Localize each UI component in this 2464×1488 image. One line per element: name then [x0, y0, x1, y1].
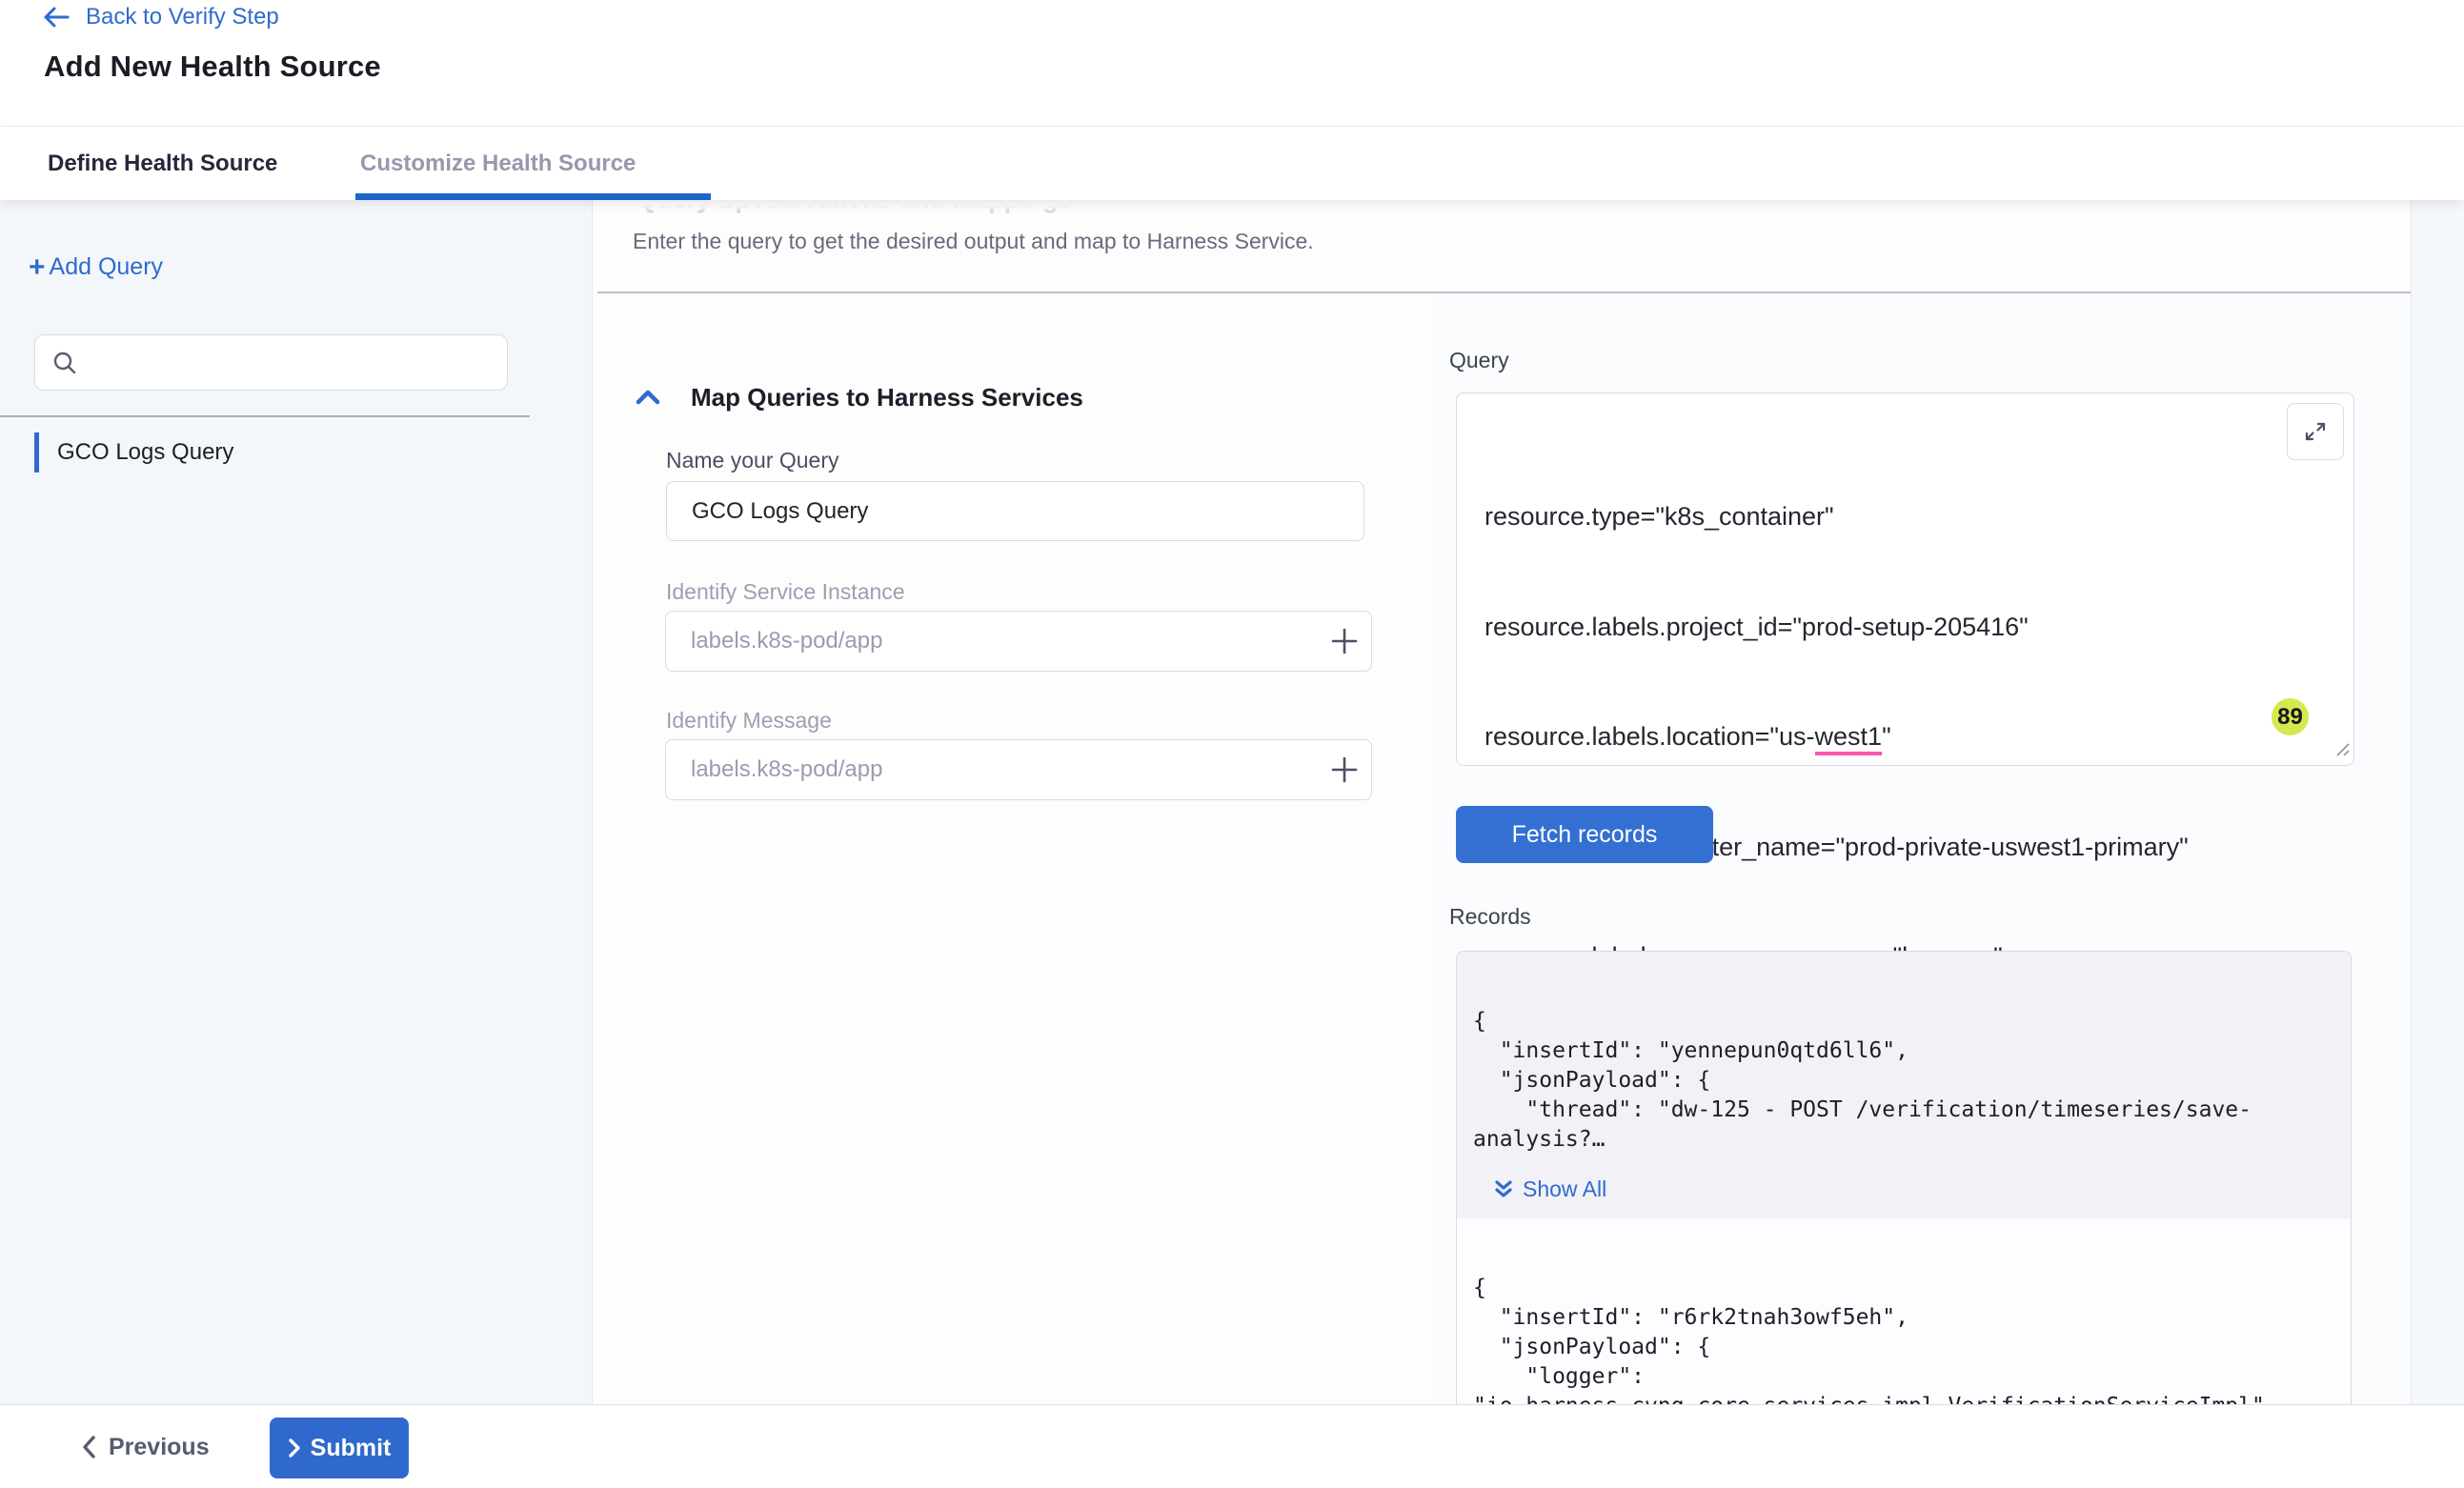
- query-specifications-card: Query Specifications and Mappings Enter …: [593, 200, 2411, 1404]
- page-header: Back to Verify Step Add New Health Sourc…: [0, 0, 2464, 126]
- query-sidebar: + Add Query GCO Logs Query: [0, 200, 593, 1404]
- query-name-input[interactable]: [667, 482, 1363, 540]
- query-search-box: [34, 334, 508, 391]
- identify-message-field-wrap: [665, 739, 1372, 800]
- query-name-field-wrap: [666, 481, 1364, 541]
- identify-message-input[interactable]: [666, 740, 1318, 799]
- back-link-label: Back to Verify Step: [86, 4, 279, 30]
- add-query-button[interactable]: + Add Query: [29, 253, 163, 281]
- service-instance-field-wrap: [665, 611, 1372, 672]
- expand-query-button[interactable]: [2287, 403, 2344, 460]
- query-line: resource.labels.location="us-west1": [1484, 718, 2277, 755]
- map-queries-section-title: Map Queries to Harness Services: [691, 383, 1083, 412]
- query-label: Query: [1449, 348, 1509, 373]
- records-panel: { "insertId": "yennepun0qtd6ll6", "jsonP…: [1456, 951, 2352, 1404]
- chevron-left-icon: [80, 1435, 97, 1459]
- query-item-label: GCO Logs Query: [57, 439, 233, 466]
- section-subtitle: Enter the query to get the desired outpu…: [633, 229, 1314, 254]
- submit-label: Submit: [311, 1435, 392, 1462]
- arrow-left-icon: [42, 5, 71, 30]
- tab-customize-health-source[interactable]: Customize Health Source: [360, 127, 636, 201]
- query-textarea[interactable]: resource.type="k8s_container" resource.l…: [1456, 392, 2354, 766]
- plus-icon: +: [29, 255, 46, 279]
- fetch-records-button[interactable]: Fetch records: [1456, 806, 1713, 863]
- service-instance-input[interactable]: [666, 612, 1318, 671]
- chevron-up-icon[interactable]: [634, 388, 662, 412]
- tab-define-health-source[interactable]: Define Health Source: [48, 127, 277, 201]
- expand-icon: [2302, 418, 2329, 445]
- active-tab-underline: [355, 193, 711, 200]
- character-count-badge: 89: [2272, 698, 2309, 735]
- record-json: { "insertId": "r6rk2tnah3owf5eh", "jsonP…: [1473, 1274, 2341, 1404]
- record-item: { "insertId": "r6rk2tnah3owf5eh", "jsonP…: [1457, 1218, 2351, 1404]
- query-line: resource.labels.project_id="prod-setup-2…: [1484, 609, 2277, 646]
- record-json: { "insertId": "yennepun0qtd6ll6", "jsonP…: [1473, 1007, 2341, 1155]
- sidebar-item-gco-logs-query[interactable]: GCO Logs Query: [0, 432, 530, 473]
- back-to-verify-step-link[interactable]: Back to Verify Step: [42, 4, 279, 30]
- selected-indicator-bar: [34, 432, 39, 473]
- add-service-instance-plus-icon[interactable]: [1318, 612, 1371, 671]
- previous-button[interactable]: Previous: [80, 1405, 210, 1488]
- submit-button[interactable]: Submit: [270, 1418, 409, 1478]
- search-icon: [52, 351, 77, 375]
- identify-service-instance-label: Identify Service Instance: [666, 579, 905, 605]
- main-content: + Add Query GCO Logs Query Query Specifi…: [0, 200, 2464, 1404]
- show-all-label: Show All: [1523, 1176, 1606, 1202]
- double-chevron-down-icon: [1493, 1178, 1514, 1201]
- show-all-link[interactable]: Show All: [1493, 1176, 1606, 1202]
- card-divider: [597, 292, 2411, 293]
- records-label: Records: [1449, 904, 1531, 930]
- page-title: Add New Health Source: [44, 50, 381, 84]
- identify-message-label: Identify Message: [666, 708, 832, 734]
- previous-label: Previous: [109, 1434, 210, 1461]
- add-query-label: Add Query: [50, 253, 164, 281]
- add-message-plus-icon[interactable]: [1318, 740, 1371, 799]
- section-heading: Query Specifications and Mappings: [636, 200, 1073, 214]
- spellcheck-underline: west1: [1815, 722, 1883, 755]
- query-line: resource.type="k8s_container": [1484, 498, 2277, 535]
- sidebar-divider: [0, 415, 530, 417]
- right-margin-strip: [2411, 200, 2464, 1404]
- name-your-query-label: Name your Query: [666, 448, 839, 473]
- search-input[interactable]: [89, 335, 507, 390]
- add-health-source-page: Back to Verify Step Add New Health Sourc…: [0, 0, 2464, 1488]
- chevron-right-icon: [288, 1438, 301, 1458]
- health-source-tabbar: Define Health Source Customize Health So…: [0, 126, 2464, 200]
- record-item: { "insertId": "yennepun0qtd6ll6", "jsonP…: [1457, 952, 2351, 1218]
- resize-handle-icon[interactable]: [2333, 740, 2351, 762]
- footer-bar: Previous Submit: [0, 1404, 2464, 1488]
